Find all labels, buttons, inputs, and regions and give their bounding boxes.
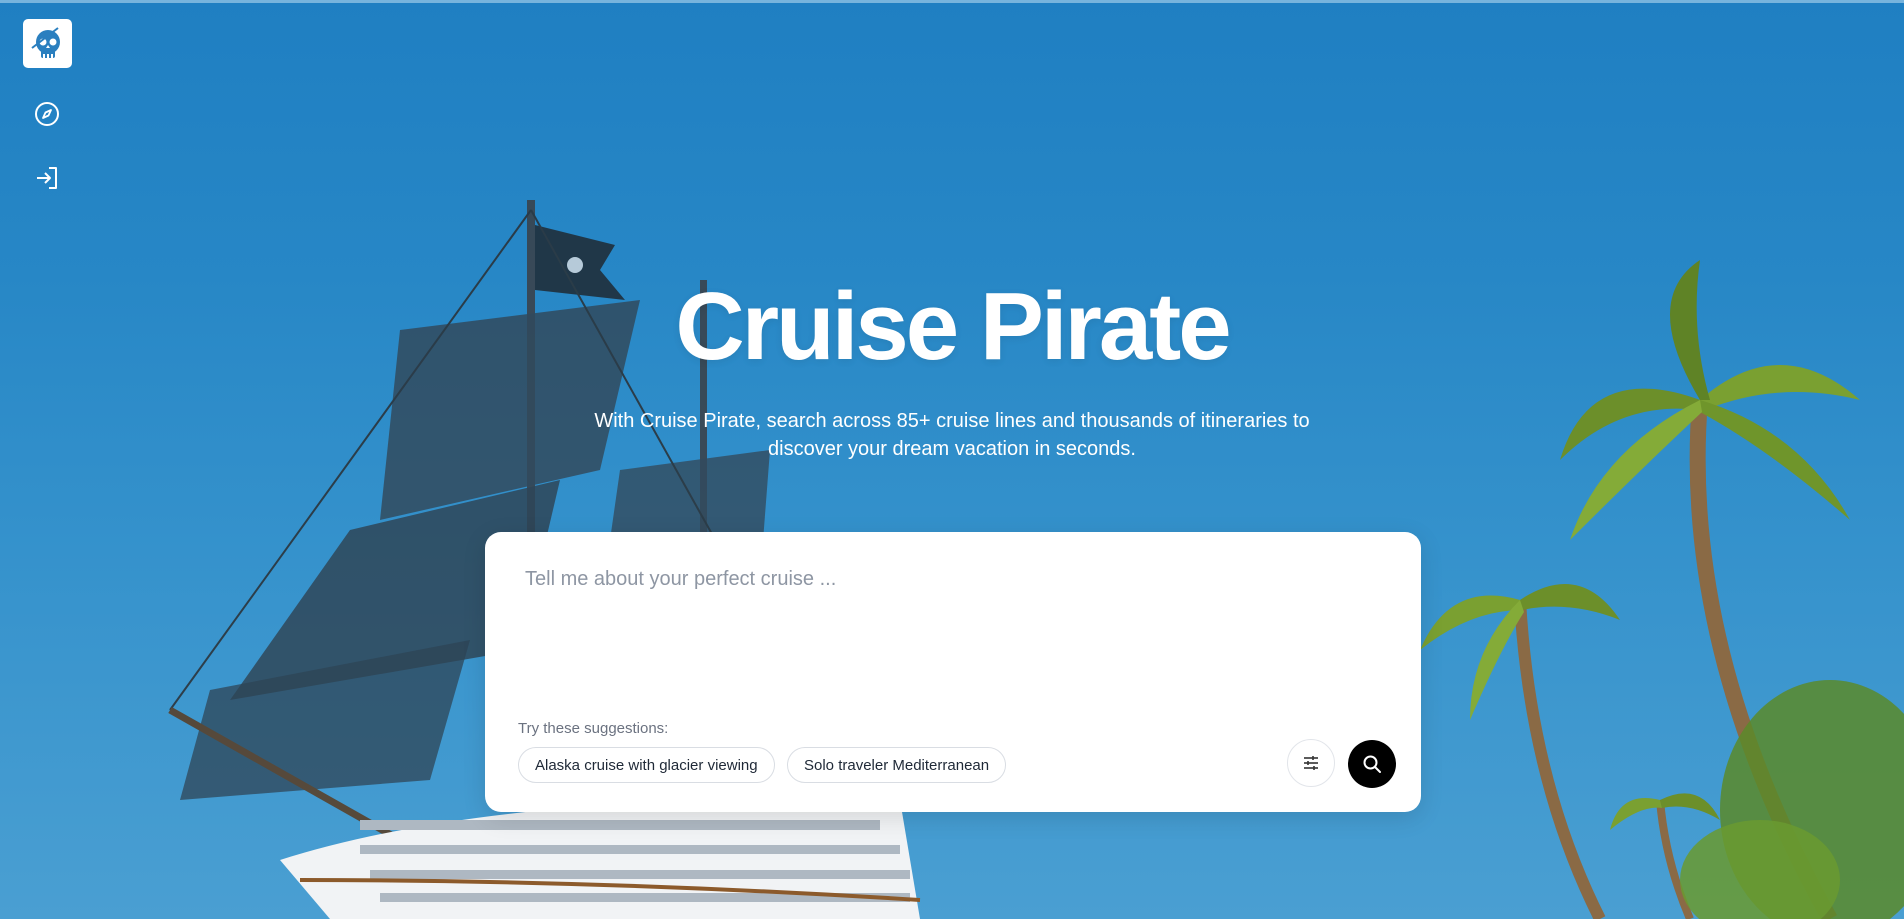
sidebar-item-login[interactable] xyxy=(32,163,62,193)
sidebar xyxy=(0,0,96,919)
filters-button[interactable] xyxy=(1287,739,1335,787)
sliders-icon xyxy=(1304,756,1318,770)
sign-in-icon xyxy=(37,167,57,189)
search-card: Try these suggestions: Alaska cruise wit… xyxy=(485,532,1421,812)
cruise-prompt-input[interactable] xyxy=(525,568,1375,688)
sidebar-item-explore[interactable] xyxy=(32,99,62,129)
suggestions-label: Try these suggestions: xyxy=(518,720,669,737)
logo[interactable] xyxy=(23,19,72,68)
suggestion-chip-mediterranean[interactable]: Solo traveler Mediterranean xyxy=(787,747,1007,783)
page: Cruise Pirate With Cruise Pirate, search… xyxy=(0,0,1904,919)
suggestion-chip-alaska[interactable]: Alaska cruise with glacier viewing xyxy=(518,747,775,783)
search-button[interactable] xyxy=(1348,740,1396,788)
search-icon xyxy=(1363,755,1381,773)
page-title: Cruise Pirate xyxy=(675,273,1231,380)
compass-icon xyxy=(35,102,59,126)
pirate-skull-icon xyxy=(30,26,60,58)
page-subtitle: With Cruise Pirate, search across 85+ cr… xyxy=(594,410,1310,460)
